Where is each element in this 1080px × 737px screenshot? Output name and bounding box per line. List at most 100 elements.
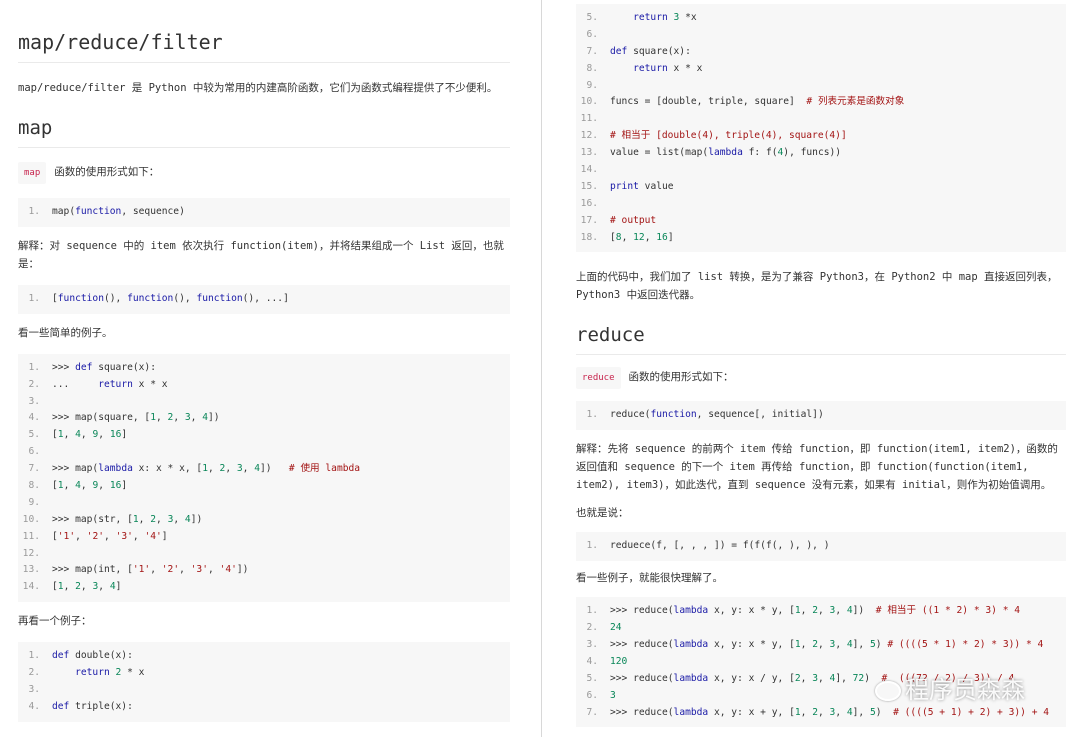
code-text: 120 <box>610 655 628 667</box>
code-line: 12. # 相当于 [double(4), triple(4), square(4… <box>576 128 1066 145</box>
map-expand-code: 1. [function(), function(), function(), .… <box>18 284 510 314</box>
code-line: 16. <box>576 196 1066 213</box>
code-text: return x * x <box>633 62 703 74</box>
line-number: 2. <box>28 667 40 679</box>
right-column: 5. return 3 *x 6. 7. def square(x): 8. retur… <box>576 0 1066 737</box>
watermark-text: 程序员森森 <box>905 676 1025 704</box>
line-number: 3. <box>586 639 598 651</box>
reduce-examples-intro: 看一些例子，就能很快理解了。 <box>576 572 723 585</box>
code-line: 10. funcs = [double, triple, square] # 列表… <box>576 94 1066 111</box>
column-divider <box>541 0 542 737</box>
code-text: reduece(f, [, , , ]) = f(f(f(, ), ), ) <box>610 540 830 552</box>
code-line: 2. 24 <box>576 620 1066 637</box>
map-inline-code: map <box>18 162 47 184</box>
line-number: 5. <box>586 12 598 23</box>
line-number: 11. <box>580 113 598 125</box>
code-line: 4. 120 <box>576 654 1066 671</box>
code-line: 2. ... return x * x <box>18 377 510 394</box>
code-line: 1. map(function, sequence) <box>18 204 510 221</box>
map-usage-line: map 函数的使用形式如下： <box>18 162 510 184</box>
line-number: 12. <box>22 547 40 559</box>
left-column: map/reduce/filter map/reduce/filter 是 Py… <box>18 0 510 737</box>
line-number: 10. <box>580 96 598 108</box>
code-line: 1. [function(), function(), function(), .… <box>18 291 510 308</box>
map-signature-code: 1. map(function, sequence) <box>18 198 510 227</box>
line-number: 3. <box>28 684 40 696</box>
map-heading: map <box>18 117 510 148</box>
code-line: 1. def double(x): <box>18 648 510 665</box>
map-examples-intro: 看一些简单的例子。 <box>18 326 113 339</box>
line-number: 7. <box>586 45 598 57</box>
also-text: 也就是说： <box>576 507 629 520</box>
line-number: 1. <box>586 409 598 421</box>
code-text: >>> def square(x): <box>52 361 156 373</box>
reduce-signature-code: 1. reduce(function, sequence[, initial]) <box>576 401 1066 431</box>
code-line: 1. reduce(function, sequence[, initial]) <box>576 407 1066 424</box>
code-line: 18. [8, 12, 16] <box>576 230 1066 247</box>
code-line: 3. <box>18 394 510 411</box>
code-text: value = list(map(lambda f: f(4), funcs)) <box>610 147 842 159</box>
code-line: 2. return 2 * x <box>18 665 510 682</box>
code-text: [1, 4, 9, 16] <box>52 480 128 492</box>
reduce-usage-line: reduce 函数的使用形式如下： <box>576 367 1066 390</box>
line-number: 9. <box>586 79 598 91</box>
code-line: 7. >>> reduce(lambda x, y: x + y, [1, 2, … <box>576 705 1066 722</box>
intro-paragraph: map/reduce/filter 是 Python 中较为常用的内建高阶函数，… <box>18 82 498 94</box>
code-line: 9. <box>576 78 1066 95</box>
code-line: 1. reduece(f, [, , , ]) = f(f(f(, ), ), ) <box>576 538 1066 555</box>
code-line: 4. >>> map(square, [1, 2, 3, 4]) <box>18 410 510 427</box>
line-number: 4. <box>28 412 40 424</box>
code-text: print value <box>610 180 674 192</box>
code-text: def double(x): <box>52 650 133 662</box>
line-number: 10. <box>22 513 40 525</box>
line-number: 2. <box>586 622 598 634</box>
line-number: 9. <box>28 496 40 508</box>
code-text: >>> reduce(lambda x, y: x * y, [1, 2, 3,… <box>610 605 1021 617</box>
line-number: 8. <box>28 480 40 492</box>
reduce-usage-text: 函数的使用形式如下： <box>628 371 734 384</box>
code-text: >>> reduce(lambda x, y: x * y, [1, 2, 3,… <box>610 639 1044 651</box>
line-number: 14. <box>580 164 598 176</box>
code-line: 17. # output <box>576 213 1066 230</box>
reduce-heading: reduce <box>576 324 1066 356</box>
line-number: 4. <box>586 655 598 667</box>
code-line: 11. <box>576 111 1066 128</box>
code-line: 3. >>> reduce(lambda x, y: x * y, [1, 2, … <box>576 637 1066 654</box>
line-number: 16. <box>580 197 598 209</box>
code-text: >>> reduce(lambda x, y: x + y, [1, 2, 3,… <box>610 706 1050 718</box>
code-text: 3 <box>610 689 616 701</box>
code-text: return 3 *x <box>633 12 697 23</box>
code-text: def square(x): <box>610 45 691 57</box>
line-number: 13. <box>580 147 598 159</box>
code-text: [function(), function(), function(), ...… <box>52 292 289 304</box>
code-text: def triple(x): <box>52 700 133 712</box>
line-number: 1. <box>586 540 598 552</box>
line-number: 1. <box>28 206 40 217</box>
watermark: 程序员森森 <box>875 670 1025 705</box>
code-line: 11. ['1', '2', '3', '4'] <box>18 529 510 546</box>
code-text: >>> map(lambda x: x * x, [1, 2, 3, 4]) #… <box>52 463 361 475</box>
line-number: 1. <box>586 605 598 617</box>
line-number: 7. <box>28 463 40 475</box>
code-line: 13. >>> map(int, ['1', '2', '3', '4']) <box>18 562 510 579</box>
map-examples-code: 1. >>> def square(x): 2. ... return x * x 3.… <box>18 353 510 603</box>
code-line: 3. <box>18 682 510 699</box>
code-line: 7. def square(x): <box>576 44 1066 61</box>
funcs-code-continued: 5. return 3 *x 6. 7. def square(x): 8. retur… <box>576 4 1066 253</box>
line-number: 2. <box>28 378 40 390</box>
reduce-inline-code: reduce <box>576 367 621 390</box>
map-explanation: 解释：对 sequence 中的 item 依次执行 function(item… <box>18 239 504 270</box>
another-example-text: 再看一个例子： <box>18 615 92 628</box>
reduce-expand-code: 1. reduece(f, [, , , ]) = f(f(f(, ), ), ) <box>576 532 1066 562</box>
code-text: reduce(function, sequence[, initial]) <box>610 409 824 421</box>
map-usage-text: 函数的使用形式如下： <box>54 166 160 178</box>
line-number: 3. <box>28 395 40 407</box>
code-line: 9. <box>18 495 510 512</box>
line-number: 17. <box>580 214 598 226</box>
code-text: ['1', '2', '3', '4'] <box>52 530 168 542</box>
code-line: 1. >>> reduce(lambda x, y: x * y, [1, 2, … <box>576 603 1066 620</box>
code-text: [8, 12, 16] <box>610 231 674 243</box>
code-line: 8. return x * x <box>576 61 1066 78</box>
line-number: 6. <box>586 689 598 701</box>
code-text: # output <box>610 214 657 226</box>
